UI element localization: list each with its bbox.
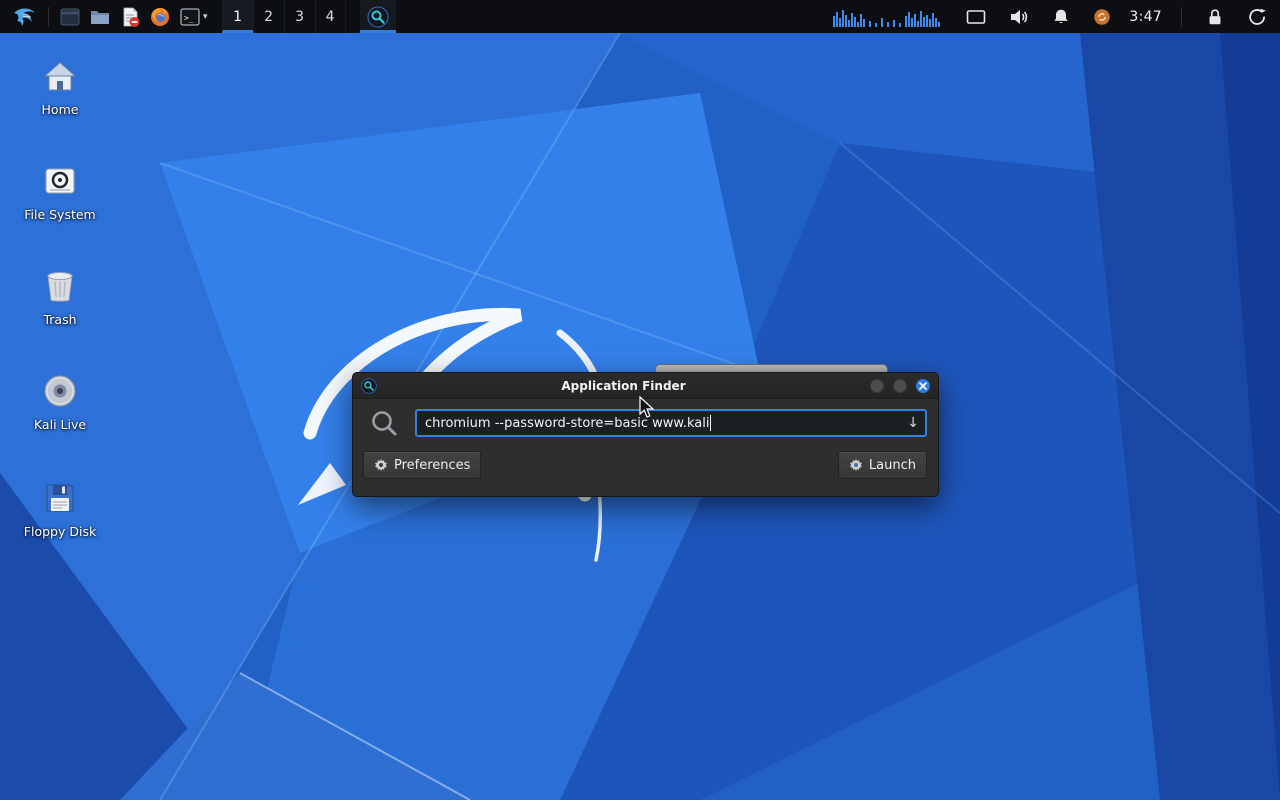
terminal-dropdown-icon[interactable]: ▾ — [203, 12, 208, 22]
application-finder-icon — [361, 378, 377, 394]
workspace-switcher: 1 2 3 4 — [222, 0, 346, 33]
window-title: Application Finder — [377, 379, 870, 393]
update-indicator-icon[interactable] — [1088, 0, 1116, 33]
firefox-icon — [149, 6, 171, 28]
file-system-icon — [40, 161, 80, 201]
desktop-icon-label: Trash — [0, 312, 120, 327]
dark-window-icon — [59, 6, 81, 28]
preferences-button[interactable]: Preferences — [363, 451, 481, 479]
kali-desktop-screen: >_ ▾ 1 2 3 4 — [0, 0, 1280, 800]
trash-icon — [40, 266, 80, 306]
workspace-2[interactable]: 2 — [253, 0, 284, 33]
kali-logo-icon — [12, 4, 38, 30]
panel-separator — [1181, 7, 1182, 27]
maximize-button[interactable] — [893, 379, 907, 393]
window-controls — [870, 379, 930, 393]
desktop-icon-trash[interactable]: Trash — [0, 266, 120, 327]
command-input[interactable]: chromium --password-store=basic www.kali… — [415, 409, 927, 437]
home-icon — [40, 56, 80, 96]
text-caret — [710, 415, 711, 431]
cpu-graph[interactable] — [828, 0, 948, 33]
desktop-icon-floppy-disk[interactable]: Floppy Disk — [0, 478, 120, 539]
desktop-icon-label: Floppy Disk — [0, 524, 120, 539]
text-editor-launcher[interactable] — [115, 0, 145, 33]
button-row: Preferences Launch — [353, 451, 938, 479]
desktop-icon-label: File System — [0, 207, 120, 222]
application-finder-icon — [367, 6, 389, 28]
launch-button[interactable]: Launch — [838, 451, 927, 479]
folder-icon — [89, 6, 111, 28]
terminal-icon: >_ — [179, 6, 201, 28]
close-button[interactable] — [916, 379, 930, 393]
desktop-icon-label: Kali Live — [0, 417, 120, 432]
preferences-label: Preferences — [394, 458, 470, 473]
floppy-icon — [40, 478, 80, 518]
kali-menu-button[interactable] — [8, 0, 42, 33]
notifications-bell-icon[interactable] — [1047, 0, 1075, 33]
desktop-icon-kali-live[interactable]: Kali Live — [0, 371, 120, 432]
command-input-value: chromium --password-store=basic www.kali — [425, 416, 709, 431]
execute-icon — [849, 458, 863, 472]
workspace-1[interactable]: 1 — [222, 0, 253, 33]
search-icon — [369, 408, 399, 438]
mouse-cursor — [637, 396, 657, 424]
workspace-3[interactable]: 3 — [284, 0, 315, 33]
application-finder-window: Application Finder chromium --passw — [352, 372, 939, 497]
file-manager-launcher[interactable] — [85, 0, 115, 33]
panel-status-area: 3:47 — [828, 0, 1272, 33]
minimize-button[interactable] — [870, 379, 884, 393]
close-icon — [919, 382, 927, 390]
taskbar-app-window-icon[interactable] — [55, 0, 85, 33]
panel-separator — [48, 7, 49, 27]
desktop-icon-file-system[interactable]: File System — [0, 161, 120, 222]
gear-icon — [374, 458, 388, 472]
lock-screen-icon[interactable] — [1201, 0, 1229, 33]
disc-icon — [40, 371, 80, 411]
taskbar-application-finder[interactable] — [360, 0, 396, 33]
desktop-icon-label: Home — [0, 102, 120, 117]
document-icon — [119, 6, 141, 28]
combo-dropdown-icon[interactable]: ↓ — [901, 415, 919, 431]
volume-icon[interactable] — [1004, 0, 1034, 33]
workspace-4[interactable]: 4 — [315, 0, 346, 33]
launch-label: Launch — [869, 458, 916, 473]
display-icon[interactable] — [961, 0, 991, 33]
desktop-icon-home[interactable]: Home — [0, 56, 120, 117]
logout-icon[interactable] — [1242, 0, 1272, 33]
clock[interactable]: 3:47 — [1129, 9, 1162, 25]
top-panel: >_ ▾ 1 2 3 4 — [0, 0, 1280, 33]
firefox-launcher[interactable] — [145, 0, 175, 33]
terminal-launcher[interactable]: >_ ▾ — [175, 0, 212, 33]
svg-text:>_: >_ — [184, 13, 194, 22]
